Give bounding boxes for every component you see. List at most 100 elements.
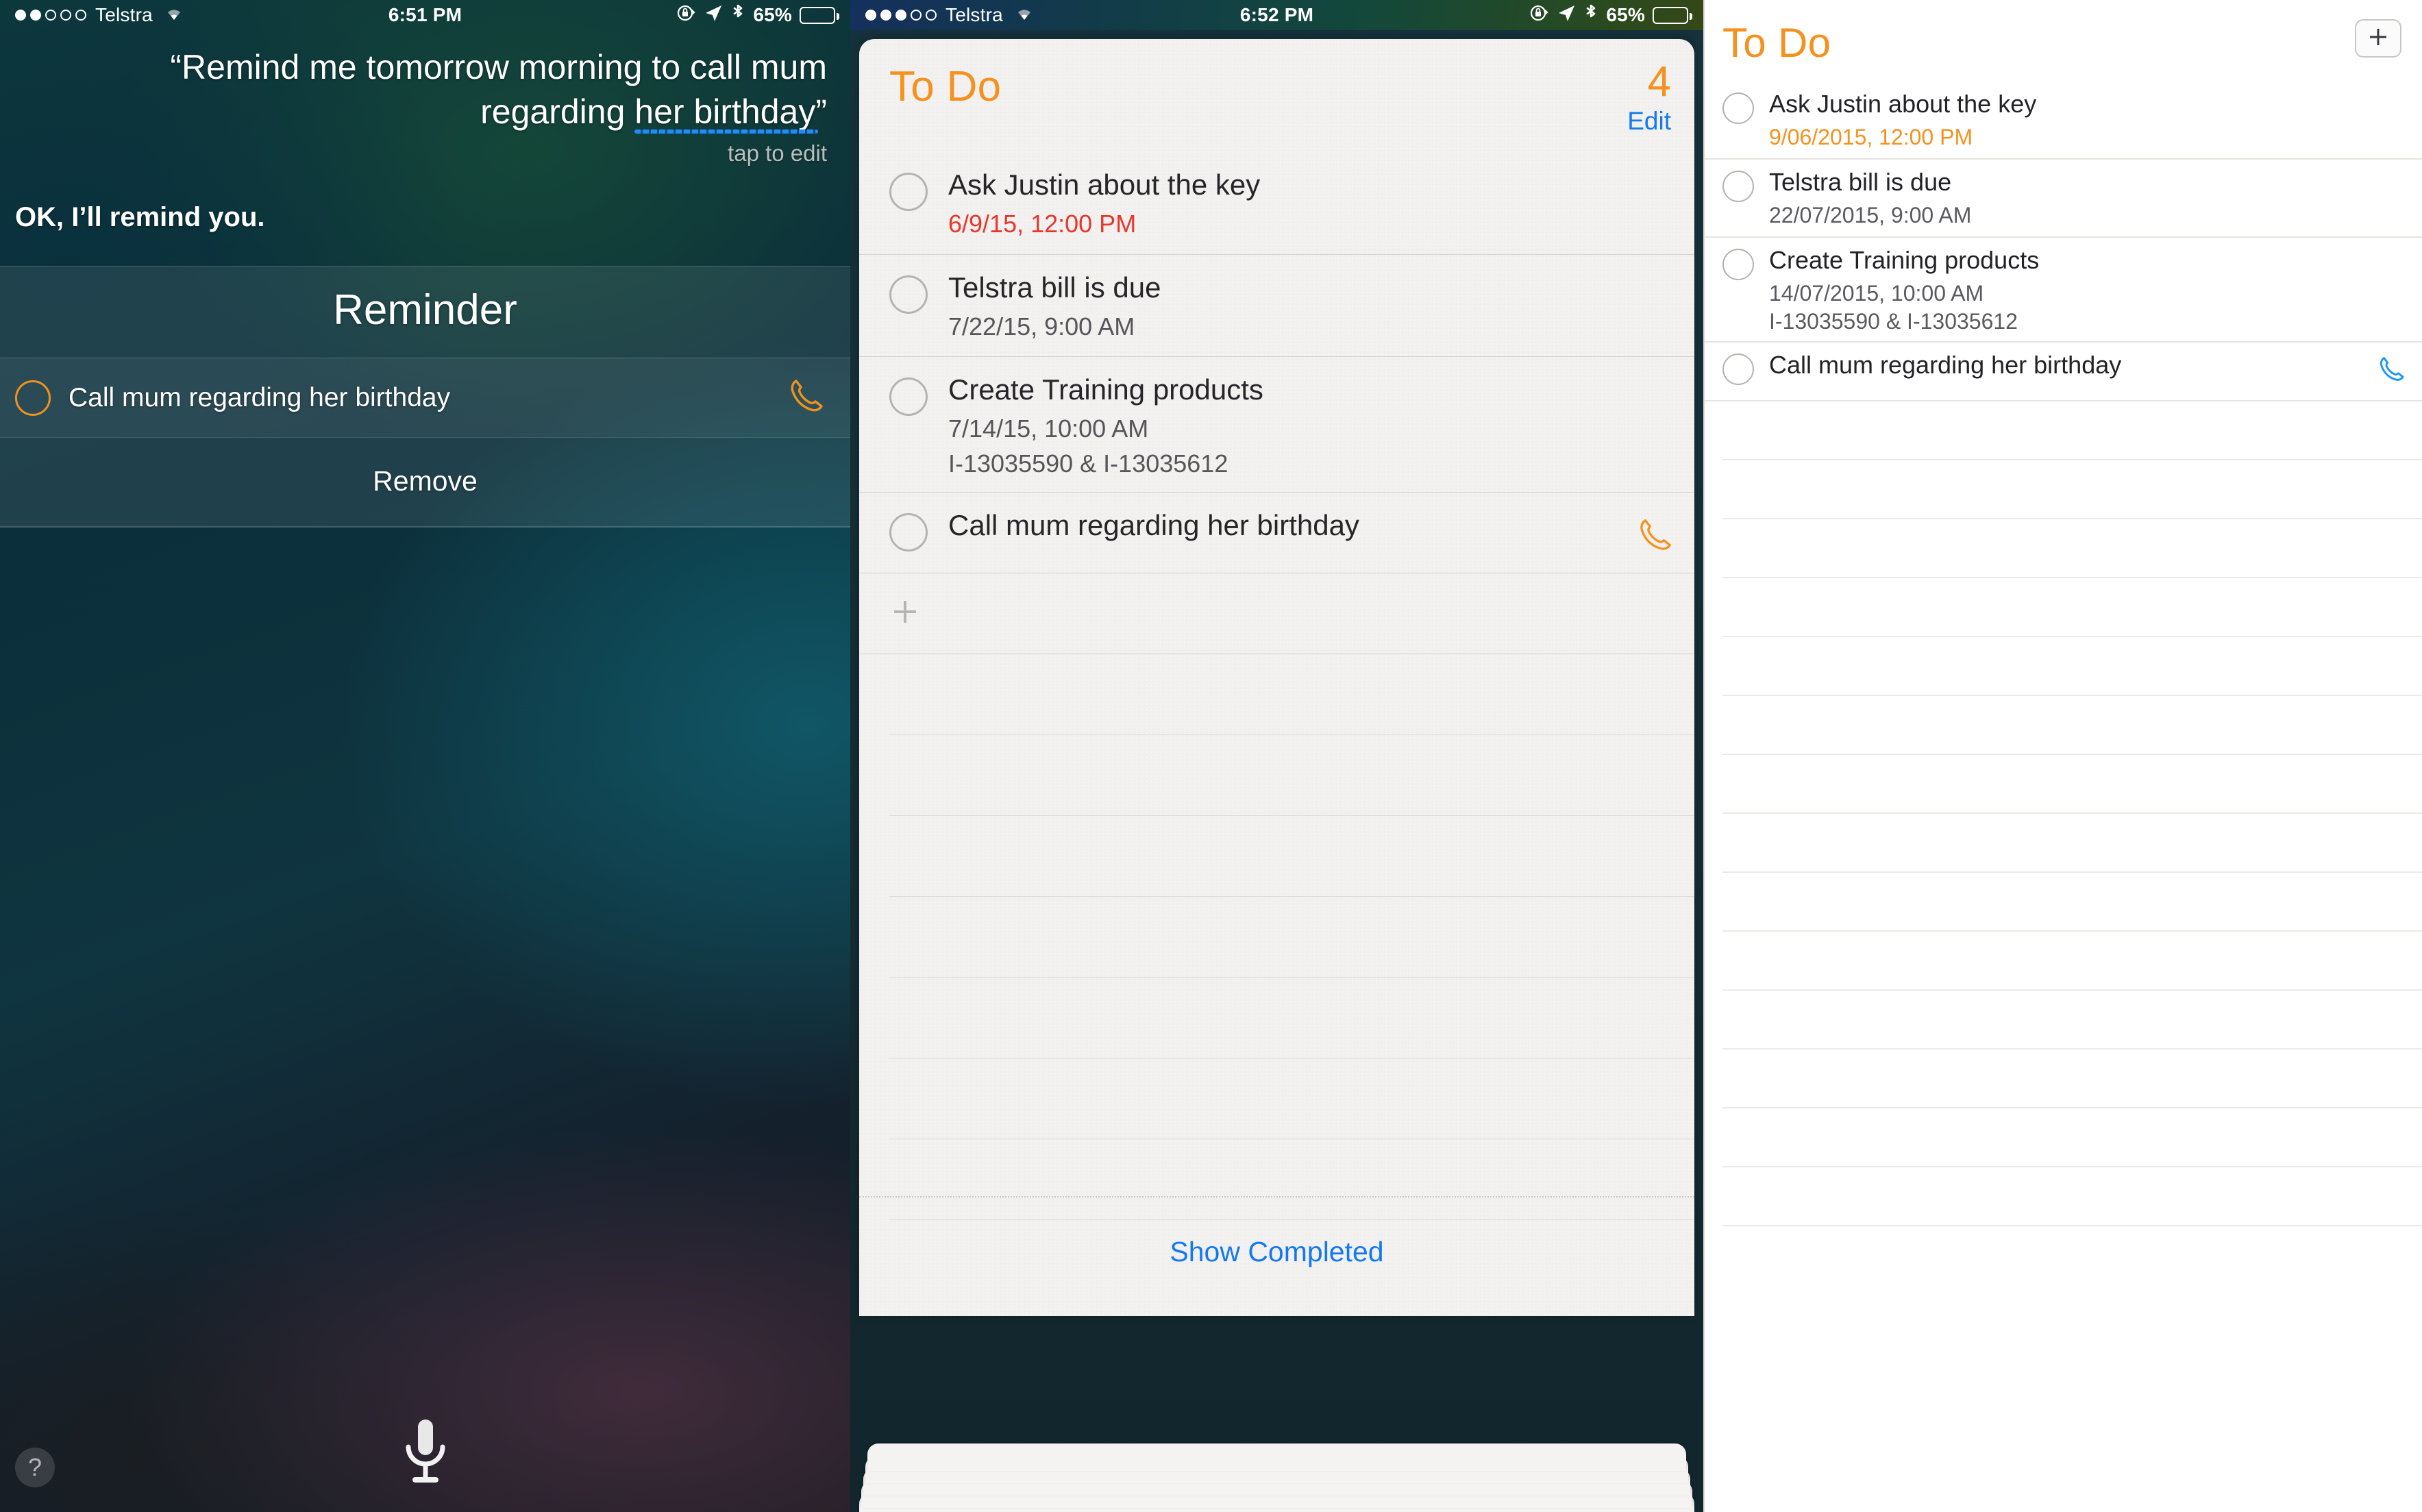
todo-title: Create Training products [948, 373, 1263, 406]
siri-transcript[interactable]: “Remind me tomorrow morning to call mum … [0, 30, 850, 134]
location-arrow-icon [1557, 3, 1576, 27]
reminder-card-item[interactable]: Call mum regarding her birthday [0, 358, 850, 437]
reminder-card-title: Reminder [333, 286, 517, 334]
empty-list-row [1722, 401, 2422, 461]
todo-date: 7/14/15, 10:00 AM [948, 414, 1149, 443]
add-item-button[interactable] [2355, 19, 2401, 58]
empty-list-row [889, 816, 1694, 897]
plain-item-date: 22/07/2015, 9:00 AM [1769, 202, 1972, 227]
plain-checkbox-circle[interactable] [1722, 92, 1754, 124]
microphone-button[interactable] [0, 1417, 850, 1491]
empty-list-row [1722, 1167, 2422, 1227]
bluetooth-icon [730, 3, 745, 28]
stack-card-layer[interactable] [867, 1443, 1686, 1471]
signal-dot [30, 10, 41, 21]
reminders-app-panel: Telstra 6:52 PM 65% To Do 4 Edit Ask Jus… [850, 0, 1703, 1512]
plain-row-body: Telstra bill is due 22/07/2015, 9:00 AM [1769, 160, 2407, 236]
todo-checkbox-circle[interactable] [889, 377, 928, 417]
todo-row-body: Telstra bill is due 7/22/15, 9:00 AM [948, 255, 1675, 357]
reminder-checkbox-circle[interactable] [15, 380, 51, 416]
empty-list-row [889, 1058, 1694, 1139]
wifi-icon [1014, 4, 1035, 26]
reminders-list-card: To Do 4 Edit Ask Justin about the key 6/… [859, 39, 1694, 1316]
todo-title: Telstra bill is due [948, 271, 1161, 303]
add-reminder-row[interactable] [859, 573, 1694, 654]
siri-panel: Telstra 6:51 PM 65% “Remind me tomorrow … [0, 0, 850, 1512]
list-header-right: 4 Edit [1627, 58, 1671, 136]
tap-to-edit-hint[interactable]: tap to edit [0, 134, 850, 166]
plain-checkbox-circle[interactable] [1722, 249, 1754, 281]
battery-percent-label: 65% [1606, 4, 1645, 25]
phone-icon[interactable] [1634, 515, 1675, 559]
list-card-stack[interactable] [859, 1443, 1694, 1512]
carrier-label: Telstra [95, 4, 153, 25]
table-row[interactable]: Ask Justin about the key 6/9/15, 12:00 P… [859, 152, 1694, 255]
plain-item-date: 14/07/2015, 10:00 AM [1769, 280, 1984, 306]
plain-item-title: Ask Justin about the key [1769, 90, 2037, 118]
phone-icon[interactable] [2375, 354, 2407, 388]
rotation-lock-icon [676, 3, 696, 28]
bluetooth-icon [1583, 3, 1598, 28]
show-completed-button[interactable]: Show Completed [1170, 1236, 1383, 1267]
remove-button[interactable]: Remove [0, 437, 850, 527]
plain-row-body: Ask Justin about the key 9/06/2015, 12:0… [1769, 82, 2407, 158]
plain-item-title: Create Training products [1769, 246, 2040, 275]
list-item[interactable]: Create Training products 14/07/2015, 10:… [1705, 238, 2422, 343]
empty-list-row [1722, 1050, 2422, 1109]
plain-row-body: Call mum regarding her birthday [1769, 343, 2375, 388]
todo-row-body: Call mum regarding her birthday [948, 493, 1634, 558]
signal-dot [60, 10, 71, 21]
siri-transcript-suffix: ” [815, 92, 827, 131]
todo-checkbox-circle[interactable] [889, 275, 928, 314]
todo-checkbox-circle[interactable] [889, 172, 928, 211]
plain-item-title: Call mum regarding her birthday [1769, 351, 2122, 380]
siri-reminder-card: Reminder Call mum regarding her birthday… [0, 266, 850, 528]
wifi-icon [164, 4, 184, 26]
plain-checkbox-circle[interactable] [1722, 354, 1754, 386]
plain-list-header: To Do [1705, 0, 2422, 66]
plain-item-note: I-13035590 & I-13035612 [1769, 309, 2018, 334]
siri-status-bar: Telstra 6:51 PM 65% [0, 0, 850, 30]
list-count-badge: 4 [1647, 58, 1671, 106]
status-bar-left: Telstra [865, 4, 1035, 26]
signal-dot [926, 10, 937, 21]
siri-transcript-edited-phrase[interactable]: her birthday [634, 92, 815, 131]
plain-list-panel: To Do Ask Justin about the key 9/06/2015… [1703, 0, 2422, 1512]
list-item[interactable]: Call mum regarding her birthday [1705, 343, 2422, 402]
signal-dot [865, 10, 876, 21]
table-row[interactable]: Telstra bill is due 7/22/15, 9:00 AM [859, 255, 1694, 358]
location-arrow-icon [704, 3, 723, 27]
plain-checkbox-circle[interactable] [1722, 171, 1754, 203]
list-item[interactable]: Telstra bill is due 22/07/2015, 9:00 AM [1705, 160, 2422, 238]
phone-icon[interactable] [784, 375, 827, 421]
empty-list-row [889, 978, 1694, 1058]
todo-title: Ask Justin about the key [948, 168, 1261, 201]
plain-todo-list: Ask Justin about the key 9/06/2015, 12:0… [1705, 82, 2422, 1227]
todo-checkbox-circle[interactable] [889, 513, 928, 551]
signal-dot [895, 10, 906, 21]
empty-list-row [1722, 637, 2422, 697]
empty-list-row [1722, 696, 2422, 756]
empty-list-row [1722, 991, 2422, 1050]
empty-list-row [1722, 755, 2422, 815]
microphone-icon [399, 1417, 452, 1491]
list-title: To Do [889, 63, 1002, 110]
todo-note: I-13035590 & I-13035612 [948, 449, 1228, 478]
plain-item-date: 9/06/2015, 12:00 PM [1769, 124, 1973, 149]
edit-button[interactable]: Edit [1627, 107, 1671, 136]
table-row[interactable]: Create Training products 7/14/15, 10:00 … [859, 357, 1694, 493]
signal-strength-dots [15, 10, 86, 21]
battery-percent-label: 65% [753, 4, 792, 25]
empty-list-row [1722, 578, 2422, 638]
plain-item-title: Telstra bill is due [1769, 168, 1952, 197]
empty-list-row [889, 897, 1694, 978]
todo-title: Call mum regarding her birthday [948, 509, 1359, 541]
rotation-lock-icon [1529, 3, 1549, 28]
carrier-label: Telstra [946, 4, 1003, 25]
empty-list-row [1722, 873, 2422, 932]
signal-strength-dots [865, 10, 937, 21]
reminders-status-bar: Telstra 6:52 PM 65% [850, 0, 1703, 30]
list-header: To Do 4 Edit [859, 39, 1694, 136]
table-row[interactable]: Call mum regarding her birthday [859, 493, 1694, 573]
list-item[interactable]: Ask Justin about the key 9/06/2015, 12:0… [1705, 82, 2422, 160]
